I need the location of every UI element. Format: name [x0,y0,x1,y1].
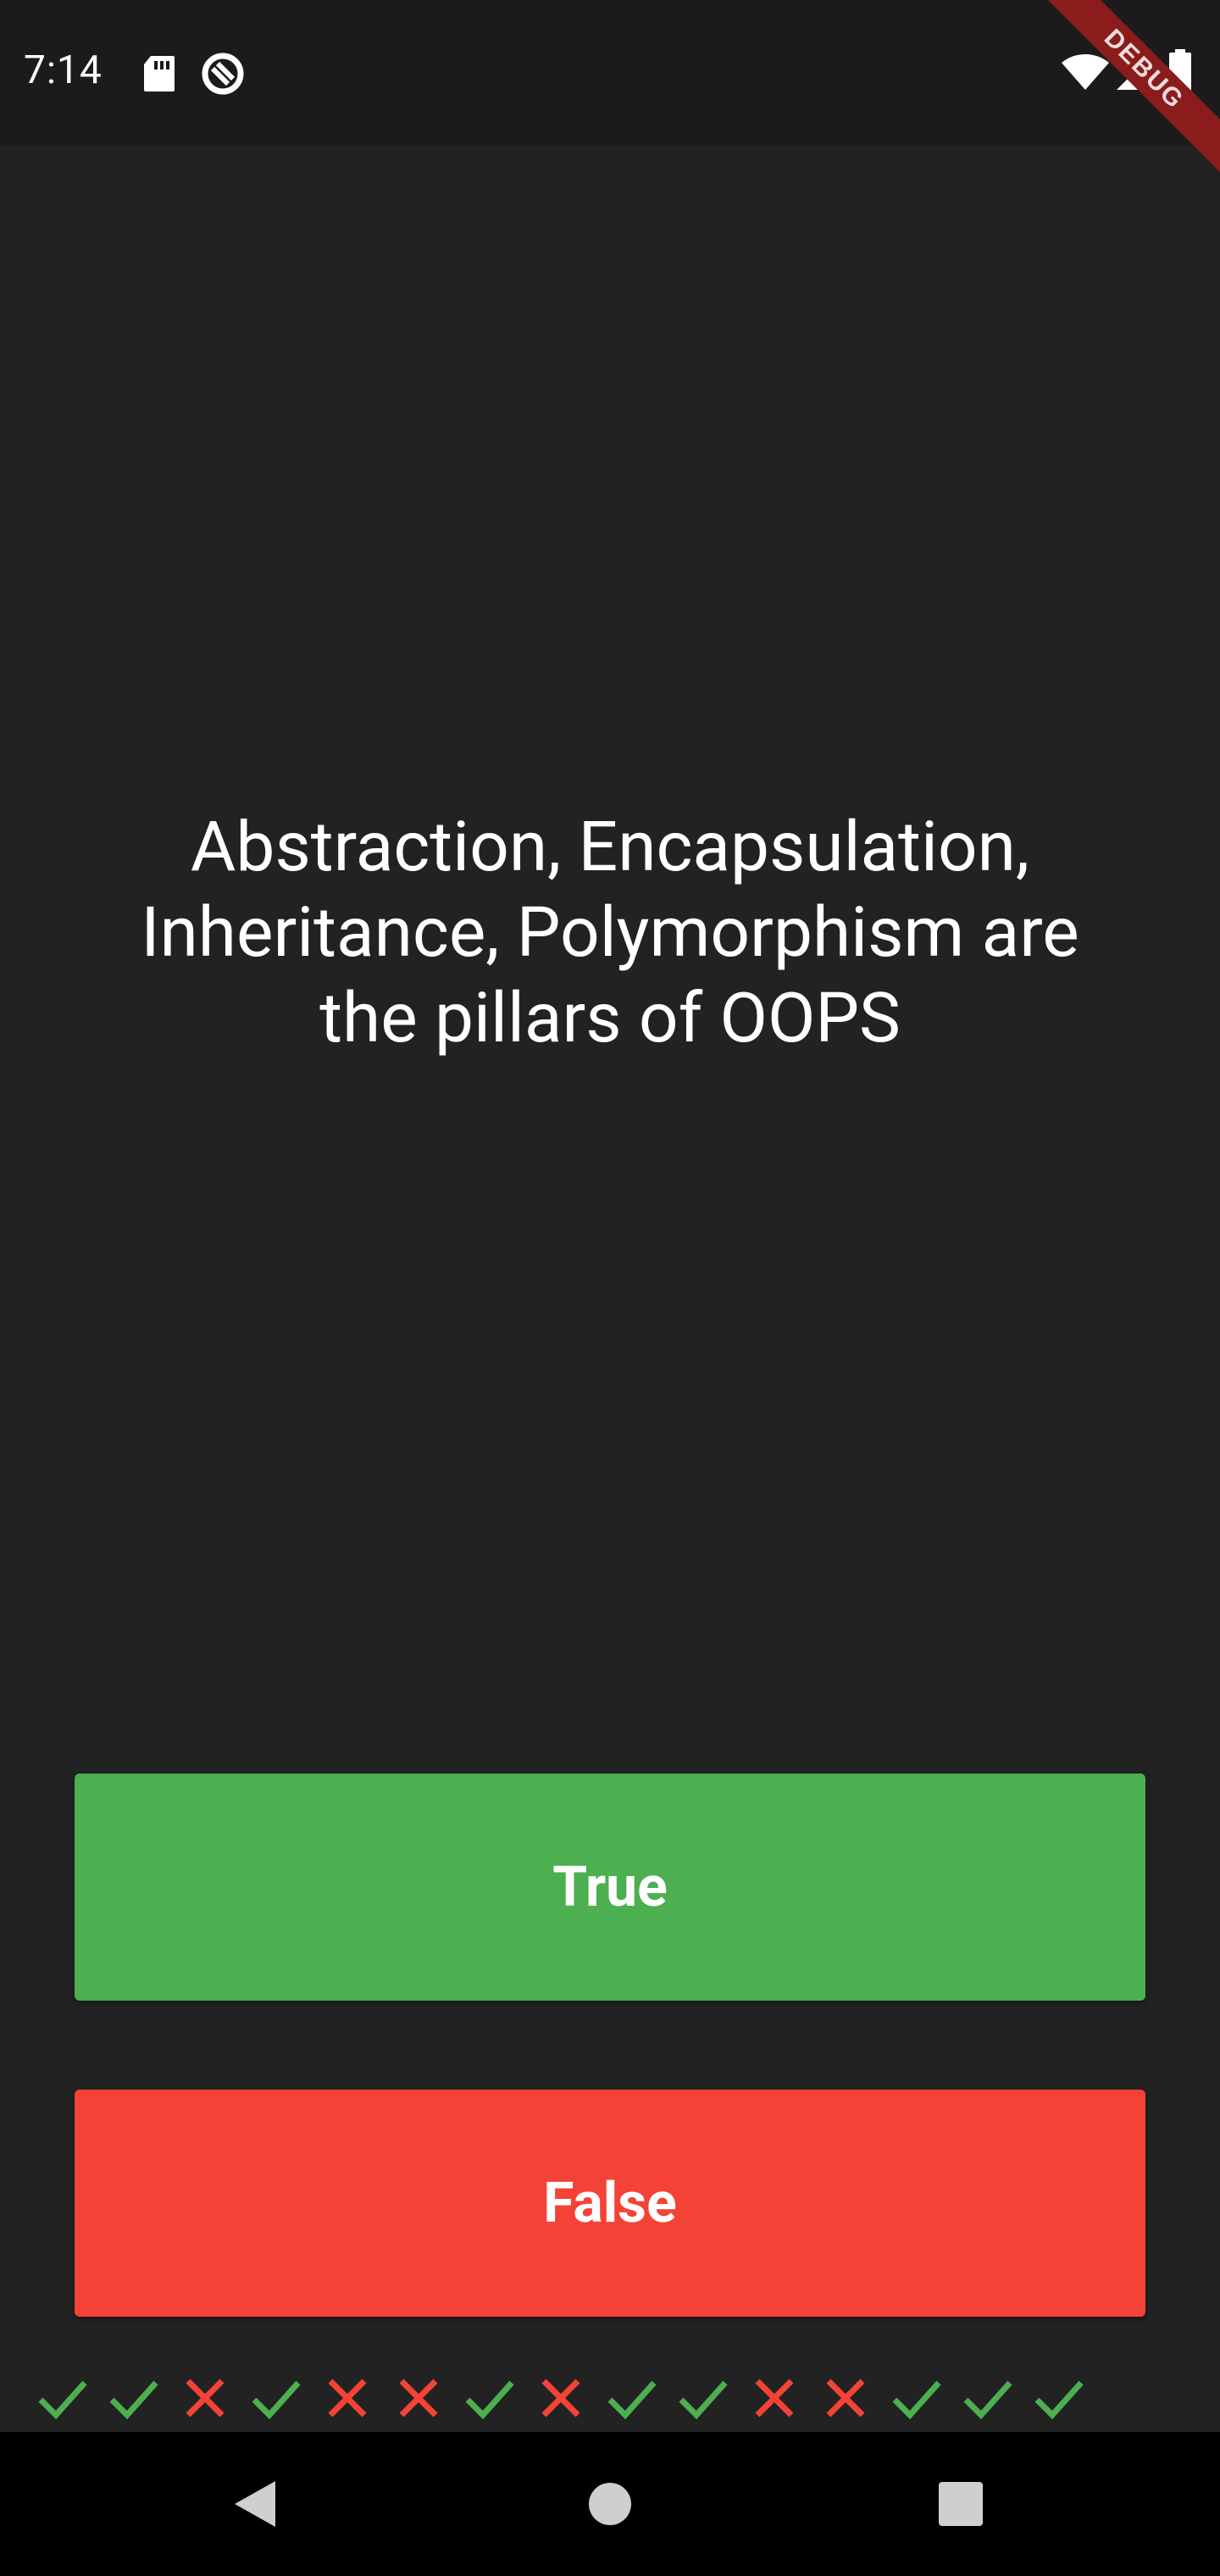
check-icon [961,2371,1032,2425]
check-icon [36,2371,107,2425]
nav-back-button[interactable] [182,2432,326,2576]
check-icon [1032,2371,1103,2425]
debug-banner: DEBUG [1023,0,1220,191]
status-time: 7:14 [24,47,103,93]
sd-card-icon [144,56,175,92]
close-icon [534,2371,605,2425]
wifi-icon [1062,53,1109,90]
back-icon [235,2481,275,2527]
close-icon [320,2371,391,2425]
true-button[interactable]: True [75,1774,1145,2001]
question-text: Abstraction, Encapsulation, Inheritance,… [141,807,1079,1059]
home-icon [589,2483,631,2525]
recents-icon [939,2482,983,2526]
check-icon [463,2371,534,2425]
close-icon [391,2371,463,2425]
false-button-label: False [543,2170,677,2236]
false-button[interactable]: False [75,2090,1145,2317]
check-icon [676,2371,747,2425]
quiz-screen: 7:14 DEBUG Abstraction, Encapsulation, I… [0,0,1220,2576]
sync-disabled-icon [202,53,244,95]
check-icon [890,2371,961,2425]
close-icon [178,2371,249,2425]
true-button-label: True [552,1854,668,1920]
score-keeper [36,2371,1103,2425]
close-icon [747,2371,818,2425]
system-nav-bar [0,2432,1220,2576]
check-icon [107,2371,178,2425]
status-bar: 7:14 DEBUG [0,0,1220,191]
check-icon [605,2371,676,2425]
nav-home-button[interactable] [538,2432,682,2576]
close-icon [818,2371,890,2425]
check-icon [249,2371,320,2425]
nav-recents-button[interactable] [889,2432,1033,2576]
